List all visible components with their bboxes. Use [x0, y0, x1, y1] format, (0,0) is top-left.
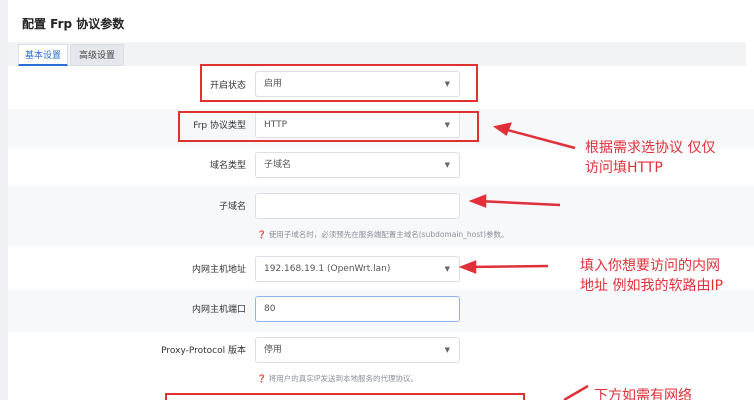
arrow-head: [492, 122, 513, 136]
arrow-protocol: [499, 126, 576, 150]
annotation-arrows: [458, 122, 589, 400]
arrow-local-ip: [467, 264, 549, 269]
ip-annotation-line2: 地址 例如我的软路由IP: [580, 278, 724, 294]
bottom-annotation: 下方如需有网络: [594, 388, 692, 400]
arrow-bottom: [563, 384, 589, 400]
protocol-annotation: 根据需求选协议 仅仅 访问填HTTP: [585, 138, 715, 178]
arrow-subdomain: [477, 199, 561, 207]
ip-annotation-line1: 填入你想要访问的内网: [580, 258, 720, 274]
ip-annotation: 填入你想要访问的内网 地址 例如我的软路由IP: [580, 256, 723, 296]
protocol-annotation-line2: 访问填HTTP: [585, 160, 663, 176]
arrow-head: [458, 260, 477, 274]
protocol-annotation-line1: 根据需求选协议 仅仅: [585, 140, 716, 156]
arrow-head: [468, 194, 487, 208]
